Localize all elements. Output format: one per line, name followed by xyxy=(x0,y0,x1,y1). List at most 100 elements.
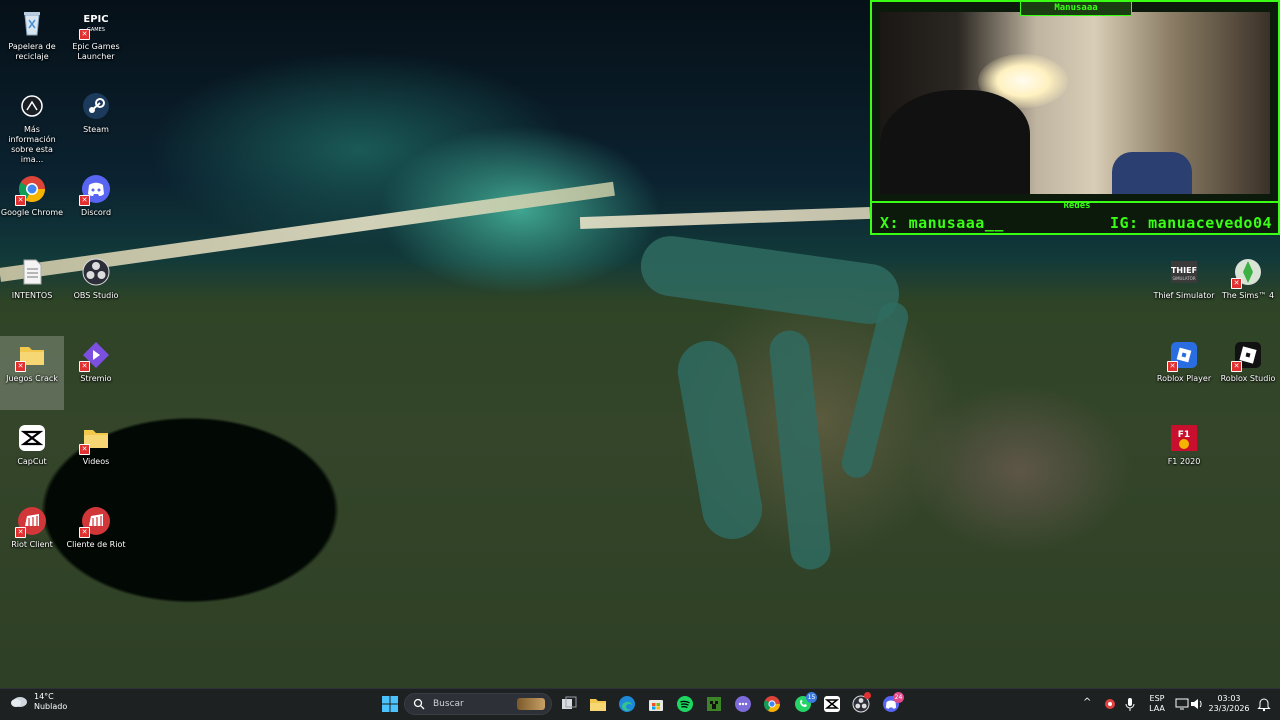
shortcut-badge-icon: ✕ xyxy=(1231,278,1242,289)
wallpaper-channel xyxy=(838,299,912,481)
shortcut-badge-icon: ✕ xyxy=(79,527,90,538)
notification-center[interactable] xyxy=(1254,694,1274,714)
desktop-icon-intentos[interactable]: INTENTOS xyxy=(0,253,64,327)
discord-badge: 24 xyxy=(893,692,904,703)
obs-recording-dot xyxy=(864,692,871,699)
stremio-icon: ✕ xyxy=(79,340,111,372)
desktop-icon-capcut[interactable]: CapCut xyxy=(0,419,64,493)
info-icon xyxy=(17,91,47,121)
weather-temp: 14°C xyxy=(34,692,54,701)
desktop-icon-obs[interactable]: OBS Studio xyxy=(64,253,128,327)
shortcut-badge-icon: ✕ xyxy=(79,195,90,206)
weather-widget[interactable]: 14°C Nublado xyxy=(10,692,67,712)
taskbar-spotify[interactable] xyxy=(675,694,695,714)
taskbar-file-explorer[interactable] xyxy=(588,694,608,714)
folder-icon: ✕ xyxy=(79,423,111,455)
clock[interactable]: 03:03 23/3/2026 xyxy=(1208,694,1250,714)
minecraft-icon xyxy=(707,697,721,711)
roblox-studio-icon: ✕ xyxy=(1231,340,1263,372)
taskbar-chrome[interactable] xyxy=(762,694,782,714)
obs-icon xyxy=(81,257,111,287)
icon-label: Steam xyxy=(83,125,109,134)
taskbar-search[interactable]: Buscar xyxy=(404,693,552,715)
whatsapp-badge: 15 xyxy=(806,692,817,703)
tray-volume[interactable] xyxy=(1187,694,1207,714)
shortcut-badge-icon: ✕ xyxy=(1231,361,1242,372)
desktop-icon-videos[interactable]: ✕ Videos xyxy=(64,419,128,493)
task-view-button[interactable] xyxy=(559,694,579,714)
svg-text:SIMULATOR: SIMULATOR xyxy=(1172,276,1195,281)
desktop-icon-stremio[interactable]: ✕ Stremio xyxy=(64,336,128,410)
chat-bubble-icon xyxy=(735,696,751,712)
desktop-icon-recycle-bin[interactable]: Papelera de reciclaje xyxy=(0,4,64,78)
desktop-icon-roblox-player[interactable]: ✕ Roblox Player xyxy=(1152,336,1216,410)
bell-icon xyxy=(1257,698,1271,712)
capcut-icon xyxy=(824,696,840,712)
shortcut-badge-icon: ✕ xyxy=(79,29,90,40)
shortcut-badge-icon: ✕ xyxy=(15,527,26,538)
language-code: ESP xyxy=(1149,694,1165,703)
taskbar-chat-app[interactable] xyxy=(733,694,753,714)
tray-app-icon xyxy=(1105,699,1115,709)
tray-app[interactable] xyxy=(1100,694,1120,714)
x-handle: X: manusaaa__ xyxy=(880,214,1004,232)
svg-text:EPIC: EPIC xyxy=(83,14,108,25)
taskbar-minecraft[interactable] xyxy=(704,694,724,714)
desktop-icon-info[interactable]: Más información sobre esta ima... xyxy=(0,87,64,164)
wallpaper-channel xyxy=(673,336,767,544)
desktop-icon-roblox-studio[interactable]: ✕ Roblox Studio xyxy=(1216,336,1280,410)
icon-label: Google Chrome xyxy=(0,208,64,217)
icon-label: Thief Simulator xyxy=(1153,291,1215,300)
capcut-icon xyxy=(17,423,47,453)
search-icon xyxy=(413,698,425,710)
desktop-icon-steam[interactable]: Steam xyxy=(64,87,128,161)
text-file-icon xyxy=(17,257,47,287)
clock-date: 23/3/2026 xyxy=(1208,704,1250,713)
edge-icon xyxy=(619,696,635,712)
riot-icon: ✕ xyxy=(79,506,111,538)
shortcut-badge-icon: ✕ xyxy=(79,444,90,455)
icon-label: Roblox Studio xyxy=(1220,374,1276,383)
roblox-player-icon: ✕ xyxy=(1167,340,1199,372)
start-button[interactable] xyxy=(380,694,400,714)
desktop-icon-sims4[interactable]: ✕ The Sims™ 4 xyxy=(1216,253,1280,327)
chair-shape xyxy=(1112,152,1192,194)
chrome-icon xyxy=(764,696,780,712)
taskbar-capcut[interactable] xyxy=(822,694,842,714)
f1-2020-icon: F1 xyxy=(1169,423,1199,453)
icon-label: Juegos Crack xyxy=(6,374,58,383)
store-icon xyxy=(649,700,663,711)
desktop-icon-juegos-crack[interactable]: ✕ Juegos Crack xyxy=(0,336,64,410)
speaker-icon xyxy=(1191,699,1202,709)
webcam-video xyxy=(880,12,1270,194)
icon-label: Roblox Player xyxy=(1156,374,1212,383)
taskbar-edge[interactable] xyxy=(617,694,637,714)
desktop-icon-epic-games[interactable]: EPIC GAMES ✕ Epic Games Launcher xyxy=(64,4,128,78)
sims4-icon: ✕ xyxy=(1231,257,1263,289)
desktop-icon-discord[interactable]: ✕ Discord xyxy=(64,170,128,244)
icon-label: Videos xyxy=(82,457,110,466)
icon-label: The Sims™ 4 xyxy=(1221,291,1275,300)
icon-label: Más información sobre esta ima... xyxy=(8,125,56,164)
language-indicator[interactable]: ESP LAA xyxy=(1145,694,1169,714)
desktop-icon-thief-simulator[interactable]: THIEF SIMULATOR Thief Simulator xyxy=(1152,253,1216,327)
svg-text:THIEF: THIEF xyxy=(1171,266,1197,275)
socials-label: Redes xyxy=(1063,201,1091,211)
shortcut-badge-icon: ✕ xyxy=(15,361,26,372)
shortcut-badge-icon: ✕ xyxy=(15,195,26,206)
desktop-icon-riot-client[interactable]: ✕ Riot Client xyxy=(0,502,64,576)
icon-label: CapCut xyxy=(17,457,47,466)
wallpaper-estuary xyxy=(637,232,903,328)
folder-icon xyxy=(590,699,606,711)
cloud-icon xyxy=(10,693,28,712)
chrome-icon: ✕ xyxy=(15,174,47,206)
tray-microphone[interactable] xyxy=(1120,694,1140,714)
tray-overflow-chevron-icon[interactable]: ^ xyxy=(1083,698,1091,708)
desktop-icon-chrome[interactable]: ✕ Google Chrome xyxy=(0,170,64,244)
taskbar-store[interactable] xyxy=(646,694,666,714)
desktop-icon-cliente-de-riot[interactable]: ✕ Cliente de Riot xyxy=(64,502,128,576)
desktop-icon-f1-2020[interactable]: F1 F1 2020 xyxy=(1152,419,1216,493)
icon-label: Papelera de reciclaje xyxy=(8,42,56,61)
recycle-bin-icon xyxy=(17,8,47,38)
svg-text:F1: F1 xyxy=(1178,430,1190,440)
